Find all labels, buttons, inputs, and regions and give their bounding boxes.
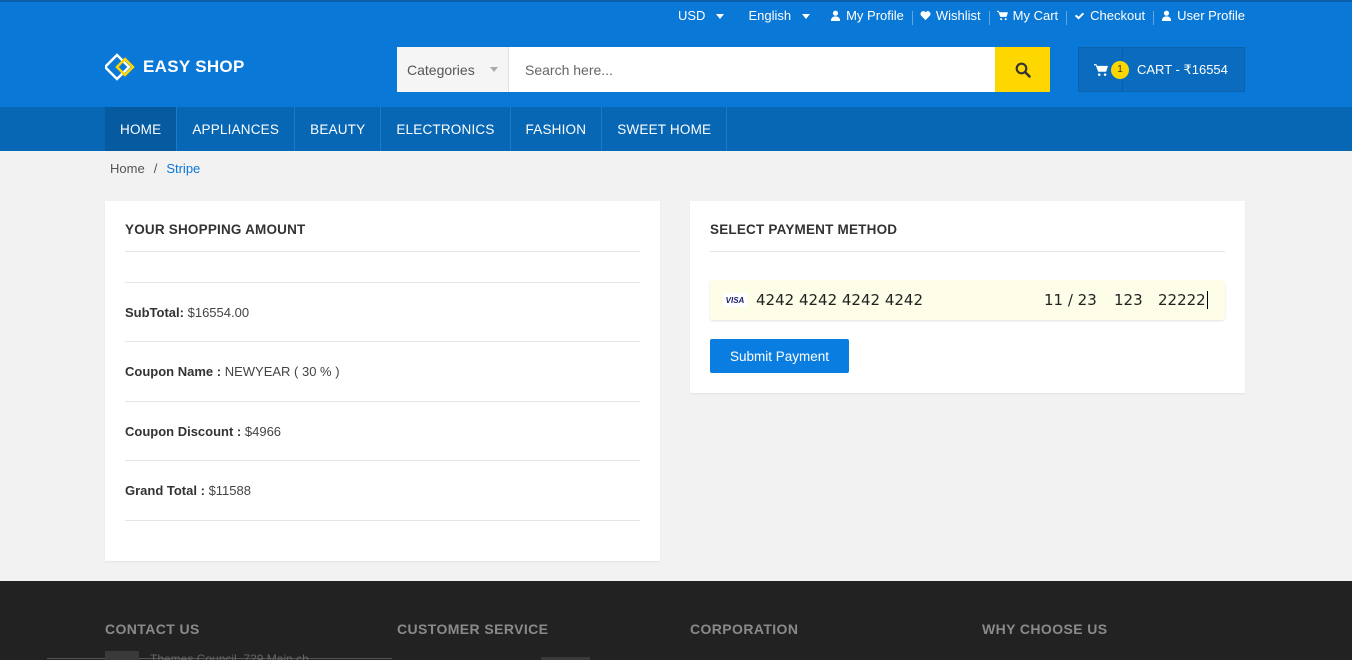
my-cart-label: My Cart bbox=[1012, 8, 1059, 23]
checkout-label: Checkout bbox=[1090, 8, 1146, 23]
subtotal-value: $16554.00 bbox=[187, 305, 250, 320]
divider bbox=[125, 251, 640, 252]
coupon-discount-row: Coupon Discount : $4966 bbox=[125, 424, 281, 439]
footer-heading-contact: CONTACT US bbox=[105, 621, 200, 637]
heart-icon bbox=[920, 11, 931, 21]
search-input[interactable] bbox=[509, 47, 995, 92]
breadcrumb: Home / Stripe bbox=[110, 161, 200, 176]
breadcrumb-home[interactable]: Home bbox=[110, 161, 145, 176]
main-nav: HOME APPLIANCES BEAUTY ELECTRONICS FASHI… bbox=[0, 107, 1352, 151]
my-profile-link[interactable]: My Profile bbox=[822, 8, 912, 23]
subtotal-row: SubTotal: $16554.00 bbox=[125, 305, 249, 320]
coupon-name-label: Coupon Name : bbox=[125, 364, 222, 379]
category-label: Categories bbox=[407, 61, 475, 78]
subtotal-label: SubTotal: bbox=[125, 305, 184, 320]
divider bbox=[125, 520, 640, 521]
currency-select[interactable]: USD bbox=[670, 8, 732, 23]
logo[interactable]: EASY SHOP bbox=[105, 52, 245, 82]
wishlist-label: Wishlist bbox=[935, 8, 981, 23]
language-select[interactable]: English bbox=[740, 8, 818, 23]
wishlist-link[interactable]: Wishlist bbox=[911, 8, 989, 25]
payment-method-panel: SELECT PAYMENT METHOD VISA 4242 4242 424… bbox=[690, 201, 1245, 393]
cart-count-badge: 1 bbox=[1111, 60, 1129, 79]
coupon-discount-label: Coupon Discount : bbox=[125, 424, 242, 439]
divider bbox=[125, 341, 640, 342]
search-icon bbox=[1015, 62, 1031, 78]
search-bar: Categories bbox=[397, 47, 1050, 92]
cart-icon bbox=[996, 10, 1008, 21]
search-button[interactable] bbox=[995, 47, 1050, 92]
category-select[interactable]: Categories bbox=[397, 47, 509, 92]
nav-item-beauty[interactable]: BEAUTY bbox=[295, 107, 382, 151]
nav-item-home[interactable]: HOME bbox=[105, 107, 178, 151]
breadcrumb-separator: / bbox=[153, 161, 158, 176]
submit-payment-button[interactable]: Submit Payment bbox=[710, 339, 849, 373]
logo-text: EASY SHOP bbox=[143, 57, 245, 76]
user-icon bbox=[1161, 10, 1172, 21]
footer-contact-text: Themes Council, 729 Main ch bbox=[150, 653, 309, 660]
grand-total-row: Grand Total : $11588 bbox=[125, 483, 251, 498]
check-icon bbox=[1075, 12, 1085, 20]
coupon-discount-value: $4966 bbox=[244, 424, 282, 439]
chevron-down-icon bbox=[716, 14, 725, 19]
my-profile-label: My Profile bbox=[846, 8, 904, 23]
shopping-amount-panel: YOUR SHOPPING AMOUNT SubTotal: $16554.00… bbox=[105, 201, 660, 561]
checkout-link[interactable]: Checkout bbox=[1066, 8, 1153, 25]
header: USD English My Profile Wishlist My Cart … bbox=[0, 0, 1352, 151]
footer-contact-icon bbox=[105, 651, 139, 660]
language-label: English bbox=[748, 8, 792, 23]
cart-button[interactable]: 1 CART - ₹16554 bbox=[1078, 47, 1245, 92]
card-expiry-input[interactable]: 11 / 23 bbox=[1044, 291, 1097, 309]
nav-item-sweet-home[interactable]: SWEET HOME bbox=[602, 107, 728, 151]
user-icon bbox=[830, 10, 841, 21]
card-input-field[interactable]: VISA 4242 4242 4242 4242 11 / 23 123 222… bbox=[710, 280, 1225, 320]
chevron-down-icon bbox=[802, 14, 811, 19]
user-profile-link[interactable]: User Profile bbox=[1153, 8, 1245, 25]
divider bbox=[125, 282, 640, 283]
currency-label: USD bbox=[677, 8, 706, 23]
user-profile-label: User Profile bbox=[1177, 8, 1245, 23]
visa-card-icon: VISA bbox=[723, 293, 747, 307]
chevron-down-icon bbox=[490, 67, 498, 72]
footer-heading-why-choose-us: WHY CHOOSE US bbox=[982, 621, 1108, 637]
footer: CONTACT US CUSTOMER SERVICE CORPORATION … bbox=[0, 581, 1352, 660]
card-zip-input[interactable]: 22222 bbox=[1158, 291, 1208, 309]
cart-icon bbox=[1093, 63, 1108, 76]
card-number-input[interactable]: 4242 4242 4242 4242 bbox=[756, 291, 923, 309]
divider bbox=[125, 401, 640, 402]
cart-label: CART - ₹16554 bbox=[1137, 61, 1228, 77]
logo-diamond-icon bbox=[105, 53, 135, 81]
grand-total-label: Grand Total : bbox=[125, 483, 205, 498]
top-bar: USD English My Profile Wishlist My Cart … bbox=[670, 8, 1245, 25]
breadcrumb-current: Stripe bbox=[166, 161, 201, 176]
nav-item-electronics[interactable]: ELECTRONICS bbox=[381, 107, 511, 151]
card-cvc-input[interactable]: 123 bbox=[1114, 291, 1143, 309]
shopping-amount-title: YOUR SHOPPING AMOUNT bbox=[125, 222, 306, 237]
coupon-name-value: NEWYEAR ( 30 % ) bbox=[224, 364, 340, 379]
my-cart-link[interactable]: My Cart bbox=[988, 8, 1067, 25]
coupon-name-row: Coupon Name : NEWYEAR ( 30 % ) bbox=[125, 364, 340, 379]
payment-method-title: SELECT PAYMENT METHOD bbox=[710, 222, 898, 237]
footer-heading-customer-service: CUSTOMER SERVICE bbox=[397, 621, 549, 637]
divider bbox=[710, 251, 1225, 252]
footer-heading-corporation: CORPORATION bbox=[690, 621, 799, 637]
divider bbox=[125, 460, 640, 461]
nav-item-appliances[interactable]: APPLIANCES bbox=[177, 107, 296, 151]
grand-total-value: $11588 bbox=[208, 483, 251, 498]
nav-item-fashion[interactable]: FASHION bbox=[511, 107, 603, 151]
